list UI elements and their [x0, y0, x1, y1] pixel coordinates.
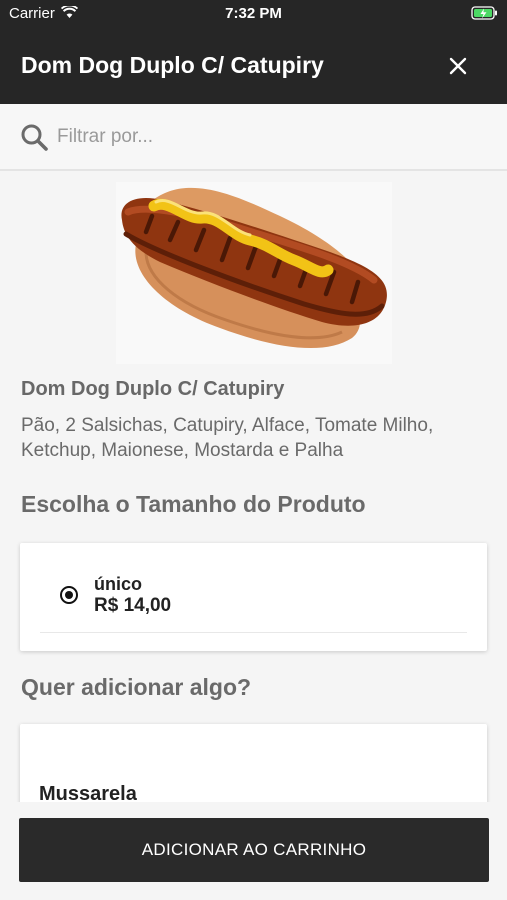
close-button[interactable]	[445, 53, 471, 79]
search-bar	[0, 104, 507, 171]
size-option-price: R$ 14,00	[94, 595, 172, 616]
product-description: Pão, 2 Salsichas, Catupiry, Alface, Toma…	[21, 415, 434, 461]
app-header: Dom Dog Duplo C/ Catupiry	[0, 28, 507, 104]
battery-icon	[471, 6, 499, 25]
add-to-cart-button[interactable]: ADICIONAR AO CARRINHO	[19, 818, 489, 882]
status-time: 7:32 PM	[225, 5, 282, 22]
size-option-name: único	[94, 574, 142, 594]
close-icon	[449, 57, 467, 75]
page-title: Dom Dog Duplo C/ Catupiry	[21, 52, 324, 78]
product-name: Dom Dog Duplo C/ Catupiry	[21, 378, 285, 400]
addons-card: Mussarela	[20, 724, 487, 814]
radio-selected-icon[interactable]	[60, 586, 78, 604]
search-icon	[20, 123, 49, 157]
size-options-card: único R$ 14,00	[20, 543, 487, 651]
addon-item[interactable]: Mussarela	[20, 724, 487, 814]
size-option[interactable]: único R$ 14,00	[20, 543, 487, 633]
hotdog-image	[116, 182, 392, 364]
addons-section-title: Quer adicionar algo?	[21, 674, 252, 700]
divider	[40, 632, 467, 633]
status-bar: Carrier 7:32 PM	[0, 0, 507, 28]
size-section-title: Escolha o Tamanho do Produto	[21, 491, 366, 517]
search-input[interactable]	[57, 120, 477, 154]
